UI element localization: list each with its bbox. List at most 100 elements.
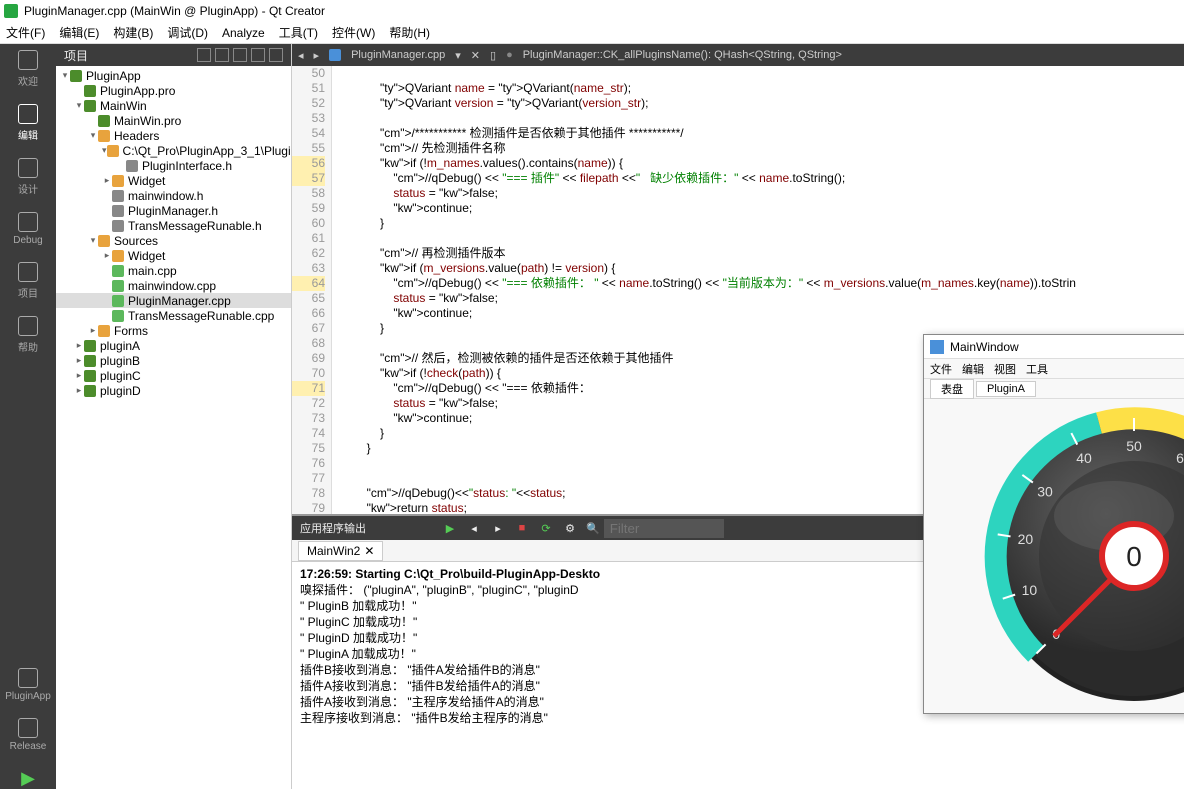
menu-item[interactable]: 调试(D) bbox=[167, 24, 208, 41]
breadcrumb[interactable]: PluginManager::CK_allPluginsName(): QHas… bbox=[523, 49, 842, 61]
tree-node[interactable]: mainwindow.h bbox=[56, 188, 291, 203]
prev-icon[interactable]: ◂ bbox=[466, 520, 482, 536]
tree-node[interactable]: ▾Headers bbox=[56, 128, 291, 143]
output-tab[interactable]: MainWin2 ✕ bbox=[298, 541, 383, 561]
sidebar-item-帮助[interactable]: 帮助 bbox=[18, 316, 38, 354]
tree-node[interactable]: mainwindow.cpp bbox=[56, 278, 291, 293]
fwd-icon[interactable]: ▸ bbox=[314, 49, 320, 62]
expand-icon[interactable]: ▾ bbox=[102, 145, 107, 156]
tree-node[interactable]: TransMessageRunable.cpp bbox=[56, 308, 291, 323]
tree-node[interactable]: MainWin.pro bbox=[56, 113, 291, 128]
expand-icon[interactable]: ▾ bbox=[88, 235, 98, 246]
tree-node[interactable]: ▸pluginB bbox=[56, 353, 291, 368]
tree-node[interactable]: PluginManager.h bbox=[56, 203, 291, 218]
grid-icon bbox=[18, 50, 38, 70]
expand-icon[interactable]: ▾ bbox=[88, 130, 98, 141]
run-button[interactable]: ▶ bbox=[21, 768, 35, 789]
tree-node[interactable]: ▸Forms bbox=[56, 323, 291, 338]
rerun-icon[interactable]: ⟳ bbox=[538, 520, 554, 536]
gauge-tab[interactable]: PluginA bbox=[976, 381, 1036, 397]
gauge-menu-item[interactable]: 视图 bbox=[994, 361, 1016, 377]
back-icon[interactable]: ◂ bbox=[298, 49, 304, 62]
tree-node[interactable]: PluginManager.cpp bbox=[56, 293, 291, 308]
gauge-tab[interactable]: 表盘 bbox=[930, 379, 974, 399]
monitor-icon bbox=[18, 718, 38, 738]
tree-node[interactable]: ▾PluginApp bbox=[56, 68, 291, 83]
kit-Release[interactable]: Release bbox=[10, 718, 47, 752]
file-icon bbox=[84, 340, 96, 352]
window-icon bbox=[930, 340, 944, 354]
close-icon[interactable] bbox=[269, 48, 283, 62]
menu-item[interactable]: 工具(T) bbox=[279, 24, 318, 41]
tree-node[interactable]: ▸pluginA bbox=[56, 338, 291, 353]
svg-text:20: 20 bbox=[1018, 531, 1034, 547]
tree-node[interactable]: ▸Widget bbox=[56, 248, 291, 263]
window-titlebar: PluginManager.cpp (MainWin @ PluginApp) … bbox=[0, 0, 1184, 22]
expand-icon[interactable]: ▸ bbox=[74, 355, 84, 366]
gauge-window[interactable]: MainWindow — ☐ ✕ 文件编辑视图工具 表盘PluginA bbox=[923, 334, 1184, 714]
kit-PluginApp[interactable]: PluginApp bbox=[5, 668, 51, 702]
expand-icon[interactable]: ▸ bbox=[102, 175, 112, 186]
tree-node[interactable]: PluginInterface.h bbox=[56, 158, 291, 173]
split-icon[interactable] bbox=[251, 48, 265, 62]
tree-node[interactable]: ▾C:\Qt_Pro\PluginApp_3_1\Plugin_ bbox=[56, 143, 291, 158]
run-icon[interactable]: ▶ bbox=[442, 520, 458, 536]
tree-node[interactable]: ▾Sources bbox=[56, 233, 291, 248]
close-tab-icon[interactable]: ✕ bbox=[364, 544, 374, 558]
tree-node[interactable]: main.cpp bbox=[56, 263, 291, 278]
next-icon[interactable]: ▸ bbox=[490, 520, 506, 536]
expand-icon[interactable]: ▸ bbox=[88, 325, 98, 336]
menu-item[interactable]: Analyze bbox=[222, 26, 265, 40]
sidebar-item-编辑[interactable]: 编辑 bbox=[18, 104, 38, 142]
gauge-menu-item[interactable]: 文件 bbox=[930, 361, 952, 377]
filter-input[interactable] bbox=[604, 519, 724, 538]
svg-text:50: 50 bbox=[1126, 438, 1142, 454]
gear-icon[interactable]: ⚙ bbox=[562, 520, 578, 536]
file-icon bbox=[112, 265, 124, 277]
tree-node[interactable]: ▸pluginD bbox=[56, 383, 291, 398]
gauge-svg: 0102030405060708090100 0 bbox=[984, 406, 1184, 706]
tree-node[interactable]: ▾MainWin bbox=[56, 98, 291, 113]
wrench-icon bbox=[18, 262, 38, 282]
tree-node[interactable]: TransMessageRunable.h bbox=[56, 218, 291, 233]
expand-icon[interactable]: ▾ bbox=[74, 100, 84, 111]
sidebar-item-Debug[interactable]: Debug bbox=[13, 212, 42, 246]
tree-node[interactable]: ▸Widget bbox=[56, 173, 291, 188]
file-icon bbox=[98, 325, 110, 337]
sync-icon[interactable] bbox=[215, 48, 229, 62]
stop-icon[interactable]: ■ bbox=[514, 520, 530, 536]
sidebar-item-欢迎[interactable]: 欢迎 bbox=[18, 50, 38, 88]
close-file-icon[interactable]: ✕ bbox=[471, 49, 480, 62]
line-gutter[interactable]: 5051525354555657585960616263646566676869… bbox=[292, 66, 332, 514]
collapse-icon[interactable] bbox=[233, 48, 247, 62]
filter-icon[interactable] bbox=[197, 48, 211, 62]
file-icon bbox=[112, 220, 124, 232]
menu-item[interactable]: 控件(W) bbox=[332, 24, 375, 41]
gauge-menu-item[interactable]: 编辑 bbox=[962, 361, 984, 377]
expand-icon[interactable]: ▸ bbox=[74, 340, 84, 351]
project-tree[interactable]: ▾PluginAppPluginApp.pro▾MainWinMainWin.p… bbox=[56, 66, 291, 789]
file-name[interactable]: PluginManager.cpp bbox=[351, 49, 445, 61]
expand-icon[interactable]: ▸ bbox=[74, 385, 84, 396]
monitor-icon bbox=[18, 668, 38, 688]
dropdown-icon[interactable]: ▾ bbox=[455, 49, 461, 62]
tree-node[interactable]: ▸pluginC bbox=[56, 368, 291, 383]
menu-item[interactable]: 帮助(H) bbox=[389, 24, 430, 41]
split-icon[interactable]: ▯ bbox=[490, 49, 496, 62]
gauge-titlebar[interactable]: MainWindow — ☐ ✕ bbox=[924, 335, 1184, 359]
file-icon bbox=[98, 235, 110, 247]
menu-item[interactable]: 编辑(E) bbox=[59, 24, 99, 41]
gauge-menu-item[interactable]: 工具 bbox=[1026, 361, 1048, 377]
menu-item[interactable]: 构建(B) bbox=[113, 24, 153, 41]
file-icon bbox=[84, 100, 96, 112]
tree-node[interactable]: PluginApp.pro bbox=[56, 83, 291, 98]
expand-icon[interactable]: ▸ bbox=[102, 250, 112, 261]
file-icon bbox=[84, 85, 96, 97]
expand-icon[interactable]: ▸ bbox=[74, 370, 84, 381]
sidebar-item-设计[interactable]: 设计 bbox=[18, 158, 38, 196]
sidebar-item-项目[interactable]: 项目 bbox=[18, 262, 38, 300]
file-icon bbox=[84, 385, 96, 397]
expand-icon[interactable]: ▾ bbox=[60, 70, 70, 81]
file-icon bbox=[84, 370, 96, 382]
menu-item[interactable]: 文件(F) bbox=[6, 24, 45, 41]
